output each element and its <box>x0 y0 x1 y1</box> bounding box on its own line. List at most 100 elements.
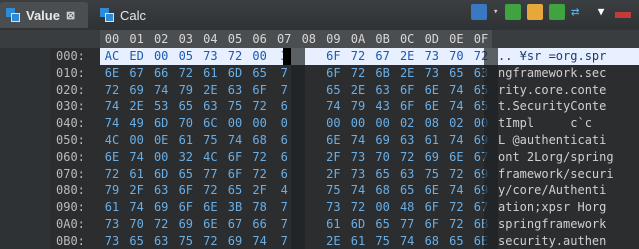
hex-byte[interactable]: 73 <box>348 167 368 181</box>
hex-row[interactable]: 060: 6E 74 00 32 4C 6F 72 6 2F 73 70 72 69 6E 67 ont 2Lo… <box>0 149 639 165</box>
hex-byte[interactable]: 6F <box>250 83 270 97</box>
hex-byte[interactable]: 2F <box>323 150 343 164</box>
save-as-icon[interactable] <box>549 4 565 20</box>
ascii-text[interactable]: security.authen <box>498 234 606 248</box>
minimize-icon[interactable] <box>615 11 631 18</box>
hex-byte[interactable]: 02 <box>446 116 466 130</box>
hex-byte[interactable]: 63 <box>200 99 220 113</box>
hex-row[interactable]: 000:ACED000573720036F72672E737072.. ¥sr … <box>0 48 639 65</box>
hex-byte[interactable]: 05 <box>176 49 196 63</box>
hex-byte[interactable]: 72 <box>348 200 368 214</box>
hex-byte[interactable]: 75 <box>225 99 245 113</box>
hex-byte[interactable]: 4C <box>102 133 122 147</box>
hex-byte[interactable]: 74 <box>446 183 466 197</box>
hex-byte[interactable]: 70 <box>127 217 147 231</box>
view-menu-icon[interactable]: ▼ <box>593 4 609 20</box>
hex-byte[interactable]: 74 <box>397 234 417 248</box>
hex-byte[interactable]: 70 <box>373 150 393 164</box>
ascii-text[interactable]: tImpl c`c <box>498 116 592 130</box>
hex-byte[interactable]: 75 <box>373 234 393 248</box>
hex-byte[interactable]: 74 <box>127 150 147 164</box>
hex-byte[interactable]: 65 <box>176 167 196 181</box>
hex-byte[interactable]: 02 <box>397 116 417 130</box>
hex-byte[interactable]: 72 <box>250 150 270 164</box>
hex-byte[interactable]: 2E <box>200 83 220 97</box>
hex-byte[interactable]: 65 <box>397 183 417 197</box>
hex-byte[interactable]: 74 <box>348 133 368 147</box>
hex-byte[interactable]: 6E <box>102 150 122 164</box>
hex-byte[interactable]: 61 <box>323 217 343 231</box>
hex-byte[interactable]: 2F <box>323 167 343 181</box>
hex-byte[interactable]: 73 <box>422 66 442 80</box>
hex-byte[interactable]: 63 <box>151 183 171 197</box>
hex-byte[interactable]: 6F <box>397 83 417 97</box>
hex-byte[interactable]: 65 <box>323 83 343 97</box>
hex-byte[interactable]: 61 <box>422 133 442 147</box>
hex-byte[interactable]: 68 <box>422 234 442 248</box>
hex-byte[interactable]: 6D <box>151 116 171 130</box>
hex-byte[interactable]: 00 <box>225 116 245 130</box>
hex-byte[interactable]: 69 <box>373 133 393 147</box>
hex-row[interactable]: 040: 74 49 6D 70 6C 00 00 0 00 00 00 02 08 02 00 tImpl c… <box>0 115 639 131</box>
hex-byte[interactable]: 66 <box>250 217 270 231</box>
hex-row[interactable]: 090: 61 74 69 6F 6E 3B 78 7 73 72 00 48 6F 72 67 ation;x… <box>0 199 639 215</box>
hex-byte[interactable]: 72 <box>151 217 171 231</box>
hex-byte[interactable]: 70 <box>176 116 196 130</box>
hex-byte[interactable]: 74 <box>127 200 147 214</box>
hex-byte[interactable]: 6C <box>200 116 220 130</box>
hex-byte[interactable]: 00 <box>151 49 171 63</box>
hex-byte[interactable]: 66 <box>151 66 171 80</box>
hex-byte[interactable]: 70 <box>446 49 466 63</box>
hex-byte[interactable]: 6E <box>323 133 343 147</box>
hex-byte[interactable]: 74 <box>446 99 466 113</box>
hex-byte[interactable]: 72 <box>200 183 220 197</box>
hex-byte[interactable]: 6E <box>102 66 122 80</box>
hex-byte[interactable]: 3B <box>225 200 245 214</box>
hex-row[interactable]: 070: 72 61 6D 65 77 6F 72 6 2F 73 65 63 75 72 69 framewo… <box>0 166 639 182</box>
hex-byte[interactable]: 73 <box>102 234 122 248</box>
hex-byte[interactable]: 75 <box>200 133 220 147</box>
hex-byte[interactable]: 74 <box>446 83 466 97</box>
hex-byte[interactable]: 61 <box>200 66 220 80</box>
hex-byte[interactable]: 75 <box>176 234 196 248</box>
hex-row[interactable]: 030: 74 2E 53 65 63 75 72 6 74 79 43 6F 6E 74 65 t.Secur… <box>0 98 639 114</box>
hex-byte[interactable]: 43 <box>373 99 393 113</box>
ascii-text[interactable]: framework/securi <box>498 167 614 181</box>
hex-byte[interactable]: 75 <box>422 167 442 181</box>
hex-byte[interactable]: 6F <box>323 49 343 63</box>
ascii-text[interactable]: rity.core.conte <box>498 83 606 97</box>
hex-row[interactable]: 010: 6E 67 66 72 61 6D 65 7 6F 72 6B 2E 73 65 63 ngframe… <box>0 65 639 81</box>
hex-byte[interactable]: 77 <box>200 167 220 181</box>
hex-byte[interactable]: 69 <box>176 217 196 231</box>
hex-byte[interactable]: 79 <box>102 183 122 197</box>
hex-byte[interactable]: 73 <box>102 217 122 231</box>
hex-byte[interactable]: 6F <box>176 183 196 197</box>
hex-byte[interactable]: 69 <box>151 200 171 214</box>
hex-byte[interactable]: 69 <box>225 234 245 248</box>
hex-byte[interactable]: 74 <box>225 133 245 147</box>
ascii-text[interactable]: springframework <box>498 217 606 231</box>
hex-byte[interactable]: 2E <box>348 83 368 97</box>
hex-byte[interactable]: 6F <box>225 167 245 181</box>
hex-byte[interactable]: 72 <box>102 167 122 181</box>
hex-byte[interactable]: 72 <box>250 167 270 181</box>
hex-byte[interactable]: 61 <box>176 133 196 147</box>
hex-byte[interactable]: 73 <box>200 49 220 63</box>
hex-byte[interactable]: 2E <box>127 99 147 113</box>
hex-byte[interactable]: 65 <box>446 234 466 248</box>
hex-byte[interactable]: 6E <box>446 150 466 164</box>
hex-byte[interactable]: 72 <box>397 150 417 164</box>
hex-row[interactable]: 050: 4C 00 0E 61 75 74 68 6 6E 74 69 63 61 74 69 L @auth… <box>0 132 639 148</box>
hex-byte[interactable]: 79 <box>348 99 368 113</box>
hex-byte[interactable]: 61 <box>127 167 147 181</box>
close-icon[interactable]: ⊠ <box>66 9 75 22</box>
hex-byte[interactable]: 6F <box>225 150 245 164</box>
hex-row[interactable]: 020: 72 69 74 79 2E 63 6F 7 65 2E 63 6F 6E 74 65 rity.co… <box>0 82 639 98</box>
hex-byte[interactable]: 74 <box>102 99 122 113</box>
hex-byte[interactable]: 74 <box>446 133 466 147</box>
hex-byte[interactable]: 69 <box>422 150 442 164</box>
hex-byte[interactable]: 00 <box>250 49 270 63</box>
hex-byte[interactable]: 2E <box>323 234 343 248</box>
hex-byte[interactable]: 63 <box>397 133 417 147</box>
hex-byte[interactable]: 79 <box>176 83 196 97</box>
